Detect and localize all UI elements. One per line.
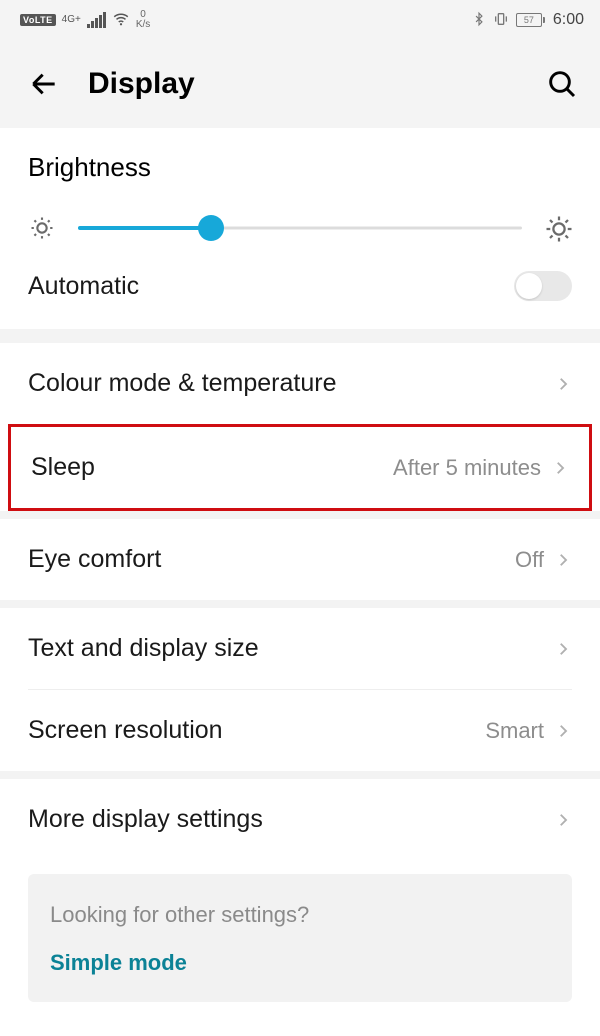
chevron-right-icon: [554, 551, 572, 569]
info-box: Looking for other settings? Simple mode: [28, 874, 572, 1002]
status-bar: VoLTE 4G+ 0 K/s 57 6:00: [0, 0, 600, 40]
simple-mode-link[interactable]: Simple mode: [50, 950, 550, 976]
brightness-slider[interactable]: [78, 213, 522, 243]
row-label: Eye comfort: [28, 545, 515, 574]
status-right: 57 6:00: [472, 10, 584, 31]
vibrate-icon: [492, 11, 510, 30]
data-speed: 0 K/s: [136, 10, 150, 30]
chevron-right-icon: [554, 640, 572, 658]
section-gap: [0, 600, 600, 608]
search-button[interactable]: [540, 62, 584, 106]
row-sleep[interactable]: Sleep After 5 minutes: [8, 424, 592, 511]
row-label: More display settings: [28, 805, 554, 834]
brightness-high-icon: [544, 214, 572, 242]
row-label: Screen resolution: [28, 716, 485, 745]
volte-badge: VoLTE: [20, 14, 56, 26]
brightness-section: Brightness: [0, 128, 600, 257]
clock: 6:00: [553, 11, 584, 29]
search-icon: [546, 68, 578, 100]
row-label: Text and display size: [28, 634, 554, 663]
row-eye-comfort[interactable]: Eye comfort Off: [0, 519, 600, 600]
app-header: Display: [0, 40, 600, 128]
row-value: After 5 minutes: [393, 455, 541, 481]
chevron-right-icon: [551, 459, 569, 477]
arrow-left-icon: [28, 68, 60, 100]
signal-icon: [87, 12, 106, 28]
back-button[interactable]: [24, 64, 64, 104]
row-colour-mode[interactable]: Colour mode & temperature: [0, 343, 600, 424]
brightness-label: Brightness: [28, 152, 572, 183]
brightness-low-icon: [28, 214, 56, 242]
section-gap: [0, 771, 600, 779]
automatic-label: Automatic: [28, 272, 514, 301]
section-gap: [0, 511, 600, 519]
status-left: VoLTE 4G+ 0 K/s: [20, 10, 150, 31]
row-value: Smart: [485, 718, 544, 744]
toggle-knob: [516, 273, 542, 299]
row-label: Sleep: [31, 453, 393, 482]
info-section: Looking for other settings? Simple mode: [0, 860, 600, 1002]
bluetooth-icon: [472, 10, 486, 31]
brightness-slider-row: [28, 213, 572, 243]
wifi-icon: [112, 10, 130, 31]
row-text-size[interactable]: Text and display size: [0, 608, 600, 689]
automatic-toggle[interactable]: [514, 271, 572, 301]
battery-icon: 57: [516, 13, 545, 27]
slider-thumb[interactable]: [198, 215, 224, 241]
section-gap: [0, 329, 600, 343]
row-more-display[interactable]: More display settings: [0, 779, 600, 860]
chevron-right-icon: [554, 722, 572, 740]
chevron-right-icon: [554, 811, 572, 829]
network-label: 4G+: [62, 15, 81, 25]
row-value: Off: [515, 547, 544, 573]
row-label: Colour mode & temperature: [28, 369, 554, 398]
page-title: Display: [88, 67, 516, 101]
chevron-right-icon: [554, 375, 572, 393]
row-screen-resolution[interactable]: Screen resolution Smart: [0, 690, 600, 771]
info-question: Looking for other settings?: [50, 902, 550, 928]
automatic-row[interactable]: Automatic: [0, 257, 600, 329]
slider-fill: [78, 226, 211, 230]
